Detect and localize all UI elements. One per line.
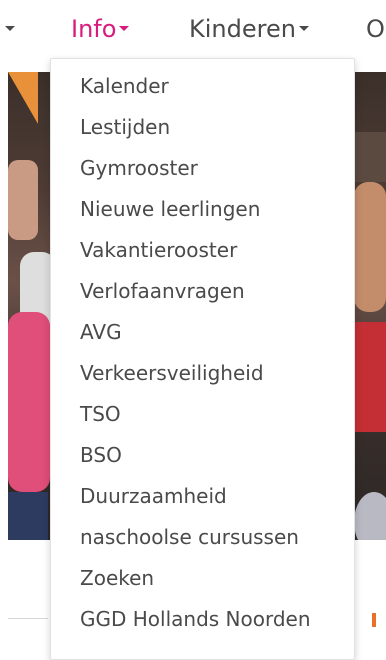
dropdown-item[interactable]: Gymrooster	[51, 151, 354, 192]
dropdown-item[interactable]: Nieuwe leerlingen	[51, 192, 354, 233]
photo-orange-flag	[8, 72, 38, 124]
info-dropdown-menu: Kalender Lestijden Gymrooster Nieuwe leerli…	[50, 58, 355, 660]
caret-down-icon	[5, 25, 15, 31]
caret-down-icon	[298, 25, 309, 31]
nav-item-kinderen[interactable]: Kinderen	[189, 14, 309, 44]
nav-item-info[interactable]: Info	[71, 14, 130, 44]
dropdown-item[interactable]: Verlofaanvragen	[51, 274, 354, 315]
content-divider	[8, 618, 48, 619]
dropdown-item[interactable]: Kalender	[51, 69, 354, 110]
dropdown-item[interactable]: Vakantierooster	[51, 233, 354, 274]
dropdown-item[interactable]: Duurzaamheid	[51, 479, 354, 520]
caret-down-icon	[119, 25, 130, 31]
dropdown-item[interactable]: naschoolse cursussen	[51, 520, 354, 561]
photo-person-left	[8, 160, 38, 240]
dropdown-item[interactable]: GGD Hollands Noorden	[51, 602, 354, 643]
dropdown-item[interactable]: Zoeken	[51, 561, 354, 602]
orange-accent-mark	[372, 613, 376, 627]
photo-jeans	[8, 492, 48, 540]
dropdown-item[interactable]: AVG	[51, 315, 354, 356]
photo-pink-shirt	[8, 312, 50, 492]
dropdown-item[interactable]: BSO	[51, 438, 354, 479]
nav-previous-dropdown-toggle[interactable]	[2, 14, 15, 44]
nav-item-kinderen-label: Kinderen	[189, 15, 296, 43]
dropdown-item[interactable]: Verkeersveiligheid	[51, 356, 354, 397]
photo-person-right	[354, 182, 386, 312]
nav-item-next-label: O	[366, 15, 385, 43]
photo-red-shirt	[354, 322, 386, 432]
photo-pompom	[354, 492, 386, 540]
main-navbar: Info Kinderen O	[0, 0, 386, 62]
photo-background-right	[352, 132, 386, 182]
info-dropdown-list: Kalender Lestijden Gymrooster Nieuwe leerli…	[51, 69, 354, 643]
dropdown-item[interactable]: TSO	[51, 397, 354, 438]
nav-item-next[interactable]: O	[366, 14, 385, 44]
dropdown-item[interactable]: Lestijden	[51, 110, 354, 151]
nav-item-info-label: Info	[71, 15, 117, 43]
